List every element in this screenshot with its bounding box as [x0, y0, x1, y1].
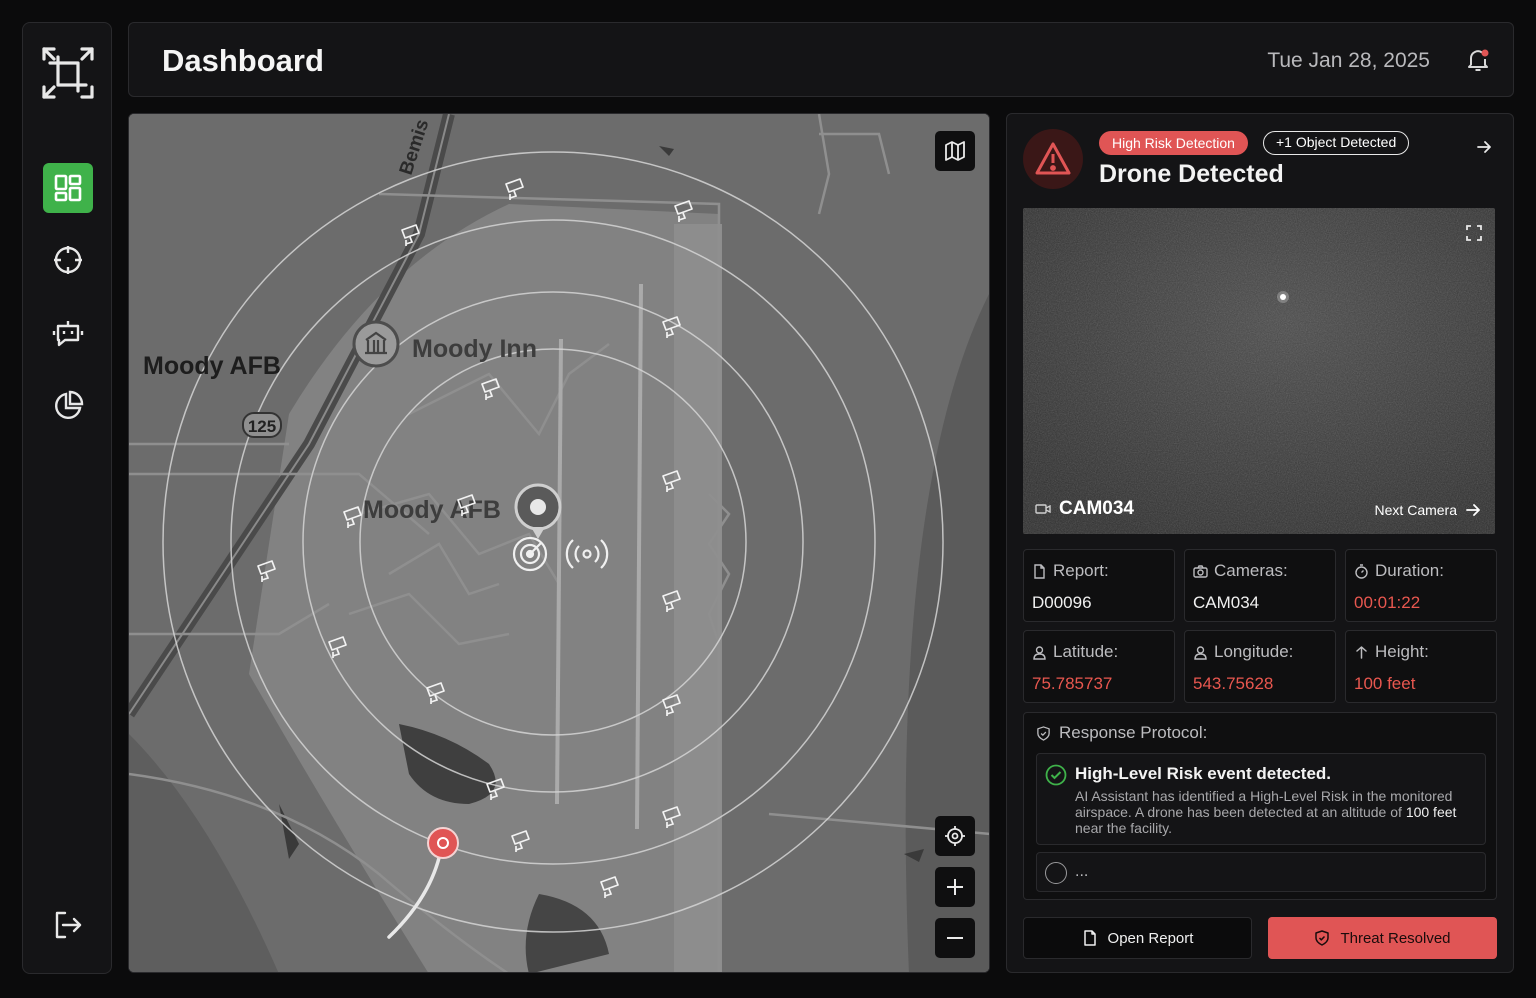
zoom-out-button[interactable]: [935, 918, 975, 958]
arrow-right-icon: [1466, 504, 1480, 516]
stat-cameras: Cameras: CAM034: [1184, 549, 1336, 622]
person-pin-icon: [1033, 645, 1046, 660]
stat-longitude: Longitude: 543.75628: [1184, 630, 1336, 703]
map-label-base: Moody AFB: [363, 496, 501, 524]
stat-height: Height: 100 feet: [1345, 630, 1497, 703]
warning-triangle-icon: [1023, 129, 1083, 189]
arrow-up-icon: [1356, 645, 1367, 659]
plus-icon: [947, 879, 963, 895]
map-view[interactable]: Moody AFB Moody Inn Moody AFB Bemis 125: [128, 113, 990, 973]
logout-icon: [55, 911, 82, 939]
top-header: Dashboard Tue Jan 28, 2025: [128, 22, 1514, 97]
sidebar-item-assistant[interactable]: [43, 308, 93, 358]
crosshair-icon: [54, 246, 82, 274]
drone-marker-icon[interactable]: [427, 827, 459, 859]
bot-icon: [52, 321, 84, 347]
page-title: Dashboard: [162, 43, 324, 78]
check-circle-icon: [1045, 764, 1067, 786]
map-label-area: Moody AFB: [143, 352, 281, 380]
camera-feed-image: [1023, 208, 1495, 534]
alert-title: Drone Detected: [1099, 160, 1284, 188]
stat-latitude: Latitude: 75.785737: [1023, 630, 1175, 703]
dashboard-grid-icon: [54, 174, 82, 202]
person-pin-icon: [1194, 645, 1207, 660]
shield-check-icon: [1037, 725, 1050, 741]
risk-badge: High Risk Detection: [1099, 131, 1248, 155]
map-label-place: Moody Inn: [412, 335, 537, 363]
object-count-badge: +1 Object Detected: [1263, 131, 1410, 155]
arrow-right-icon[interactable]: [1475, 138, 1493, 156]
protocol-step-2[interactable]: ...: [1036, 852, 1486, 892]
camera-icon: [1193, 564, 1208, 578]
place-marker-icon[interactable]: [352, 320, 400, 368]
current-date: Tue Jan 28, 2025: [1267, 49, 1430, 72]
logout-button[interactable]: [43, 900, 93, 950]
document-icon: [1083, 930, 1096, 946]
zoom-in-button[interactable]: [935, 867, 975, 907]
video-camera-icon: [1035, 504, 1051, 514]
locate-me-button[interactable]: [935, 816, 975, 856]
camera-label: CAM034: [1035, 498, 1134, 520]
sidebar-item-targets[interactable]: [43, 235, 93, 285]
response-protocol: Response Protocol: High-Level Risk event…: [1023, 712, 1497, 900]
camera-feed[interactable]: CAM034 Next Camera: [1023, 208, 1495, 534]
sidebar-item-analytics[interactable]: [43, 381, 93, 431]
minus-icon: [947, 937, 963, 939]
alert-detail-panel: High Risk Detection +1 Object Detected D…: [1006, 113, 1514, 973]
map-canvas[interactable]: Moody AFB Moody Inn Moody AFB Bemis 125: [129, 114, 990, 973]
sidebar-item-dashboard[interactable]: [43, 163, 93, 213]
route-shield: 125: [242, 412, 282, 438]
next-camera-button[interactable]: Next Camera: [1375, 502, 1481, 518]
empty-circle-icon: [1045, 862, 1067, 884]
protocol-step-1-text: AI Assistant has identified a High-Level…: [1075, 788, 1457, 836]
open-report-button[interactable]: Open Report: [1023, 917, 1252, 959]
threat-resolved-button[interactable]: Threat Resolved: [1268, 917, 1497, 959]
map-icon: [945, 141, 965, 161]
shield-check-icon: [1315, 930, 1330, 946]
stopwatch-icon: [1355, 563, 1368, 579]
document-icon: [1034, 563, 1045, 579]
app-logo-icon[interactable]: [40, 45, 96, 101]
locate-crosshair-icon: [945, 826, 965, 846]
stat-duration: Duration: 00:01:22: [1345, 549, 1497, 622]
fullscreen-icon[interactable]: [1465, 224, 1483, 242]
stat-report: Report: D00096: [1023, 549, 1175, 622]
sidebar: [22, 22, 112, 974]
svg-text:125: 125: [248, 417, 276, 436]
map-layers-button[interactable]: [935, 131, 975, 171]
pie-chart-icon: [55, 390, 84, 419]
notification-bell-icon[interactable]: [1465, 47, 1491, 73]
protocol-step-1[interactable]: High-Level Risk event detected. AI Assis…: [1036, 753, 1486, 845]
